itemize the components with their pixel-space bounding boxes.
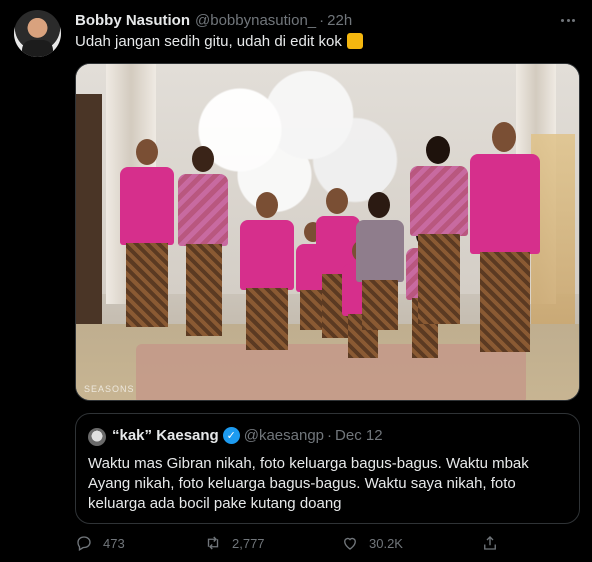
quoted-tweet-header: “kak” Kaesang ✓ @kaesangp · Dec 12 — [112, 427, 383, 444]
more-options-icon[interactable] — [558, 10, 578, 30]
author-avatar[interactable] — [14, 10, 61, 57]
author-name[interactable]: Bobby Nasution — [75, 12, 190, 29]
thumbs-up-emoji-icon — [347, 33, 364, 49]
quoted-author-name[interactable]: “kak” Kaesang — [112, 427, 219, 444]
tweet-actions: 473 2,777 30.2K — [75, 534, 515, 554]
share-button[interactable] — [481, 534, 509, 552]
quoted-tweet-text: Waktu mas Gibran nikah, foto keluarga ba… — [88, 455, 529, 512]
separator-dot: · — [327, 427, 333, 444]
retweet-icon — [207, 536, 219, 550]
tweet[interactable]: Bobby Nasution @bobbynasution_ · 22h Uda… — [0, 0, 592, 562]
share-icon — [484, 536, 496, 550]
separator-dot: · — [319, 11, 325, 29]
like-button[interactable]: 30.2K — [341, 534, 403, 552]
verified-badge-icon: ✓ — [222, 427, 240, 444]
reply-icon — [77, 536, 91, 551]
retweet-count: 2,777 — [232, 535, 265, 551]
tweet-text: Udah jangan sedih gitu, udah di edit kok — [75, 33, 364, 50]
heart-icon — [344, 537, 356, 550]
quoted-tweet[interactable]: “kak” Kaesang ✓ @kaesangp · Dec 12 Waktu… — [75, 413, 580, 524]
quoted-author-avatar[interactable] — [88, 428, 106, 446]
quoted-author-handle[interactable]: @kaesangp — [244, 427, 324, 444]
reply-count: 473 — [103, 535, 125, 551]
tweet-time[interactable]: 22h — [327, 12, 352, 29]
photo-watermark: SEASONS — [84, 384, 135, 394]
retweet-button[interactable]: 2,777 — [204, 534, 265, 552]
tweet-photo[interactable]: SEASONS — [75, 63, 580, 401]
quoted-tweet-date[interactable]: Dec 12 — [335, 427, 383, 444]
tweet-header: Bobby Nasution @bobbynasution_ · 22h — [75, 10, 352, 30]
author-handle[interactable]: @bobbynasution_ — [195, 12, 316, 29]
like-count: 30.2K — [369, 535, 403, 551]
tweet-text-content: Udah jangan sedih gitu, udah di edit kok — [75, 33, 342, 50]
reply-button[interactable]: 473 — [75, 534, 125, 552]
